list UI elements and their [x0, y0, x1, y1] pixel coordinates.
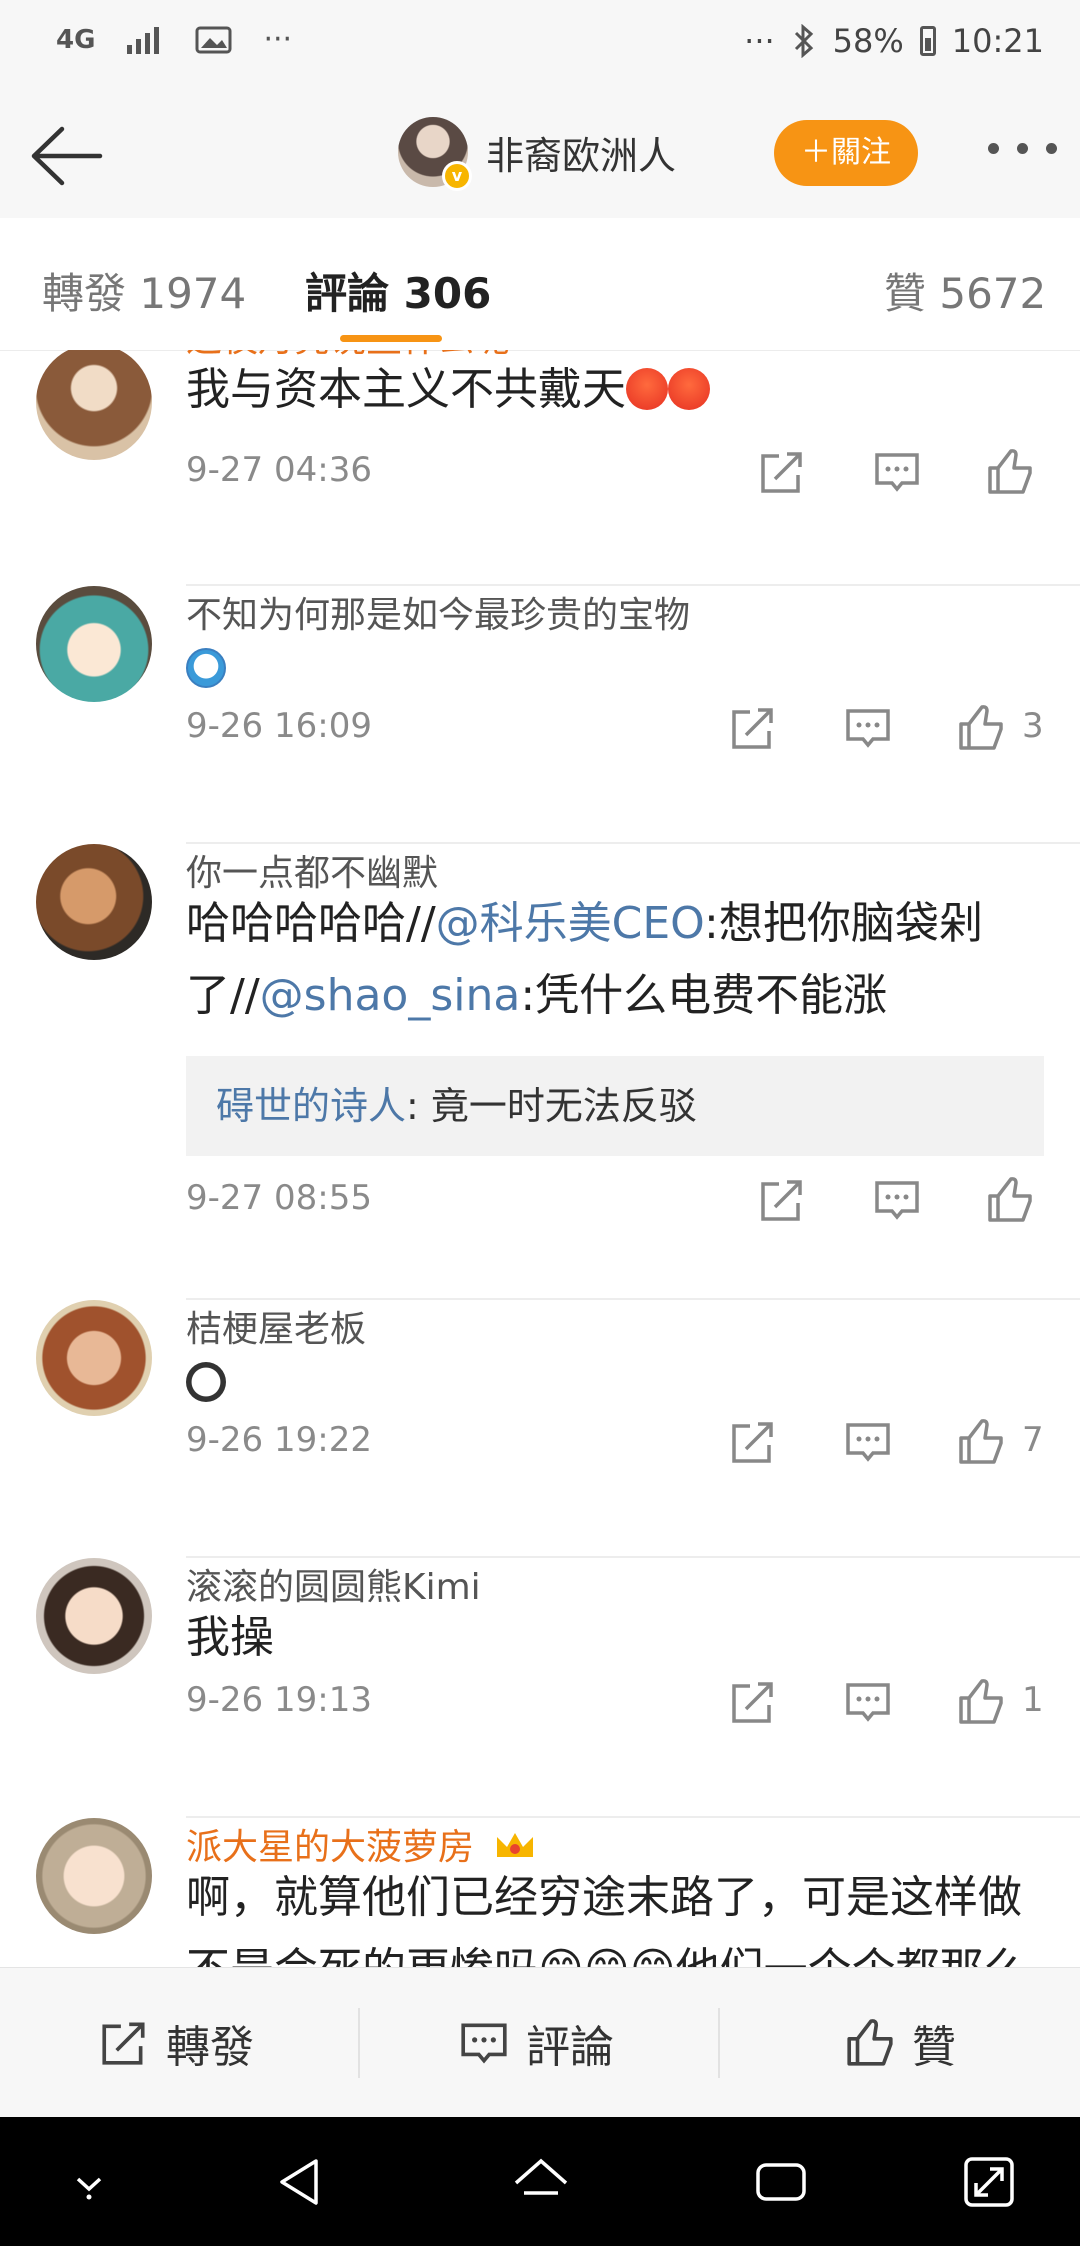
comment-text: 啊，就算他们已经穷途末路了，可是这样做不是会死的更惨吗😊😊😊他们一个个都那么 — [186, 1872, 1028, 1967]
nav-recents-icon[interactable] — [748, 2149, 814, 2215]
comment-time: 9-26 16:09 — [186, 706, 372, 746]
comment-icon[interactable] — [872, 447, 922, 497]
repost-icon[interactable] — [757, 447, 807, 497]
comment-icon — [461, 2023, 507, 2064]
comment-icon[interactable] — [843, 703, 893, 753]
angry-emoji-icon — [668, 368, 710, 410]
like-count: 3 — [1022, 706, 1044, 746]
bluetooth-icon — [794, 24, 813, 58]
nav-dismiss-icon[interactable] — [56, 2149, 122, 2215]
comment-time: 9-26 19:22 — [186, 1420, 372, 1460]
separator — [718, 2008, 720, 2078]
comment-time: 9-26 19:13 — [186, 1680, 372, 1720]
comment-text: 哈哈哈哈哈//@科乐美CEO:想把你脑袋剁 了//@shao_sina:凭什么电… — [186, 898, 983, 1021]
comment-text — [186, 1362, 226, 1402]
comment-icon[interactable] — [872, 1175, 922, 1225]
follow-button[interactable]: ＋關注 — [774, 120, 918, 186]
commenter-avatar[interactable] — [36, 1558, 152, 1674]
commenter-name[interactable]: 不知为何那是如今最珍贵的宝物 — [186, 586, 690, 638]
more-options-icon[interactable] — [988, 143, 1058, 159]
status-left: 4G ··· — [56, 22, 292, 57]
battery-percent: 58% — [832, 22, 904, 60]
signal-icon — [127, 26, 160, 54]
angry-emoji-icon — [626, 368, 668, 410]
clock: 10:21 — [951, 22, 1044, 60]
nav-back-icon[interactable] — [268, 2149, 334, 2215]
separator — [358, 2008, 360, 2078]
comment-item: 你一点都不幽默 哈哈哈哈哈//@科乐美CEO:想把你脑袋剁 了//@shao_s… — [0, 844, 1080, 1300]
status-right: ··· 58% 10:21 — [744, 22, 1044, 60]
repost-label: 轉發 — [166, 2022, 254, 2073]
nav-expand-icon[interactable] — [956, 2149, 1022, 2215]
back-arrow-icon[interactable] — [28, 123, 104, 189]
reply-preview[interactable]: 碍世的诗人: 竟一时无法反驳 — [186, 1056, 1044, 1156]
comment-item: 这夜月亮说些什么呢 我与资本主义不共戴天 9-27 04:36 — [0, 350, 1080, 586]
commenter-avatar[interactable] — [36, 350, 152, 460]
repost-button[interactable]: 轉發 — [98, 1968, 254, 2118]
comment-item: 不知为何那是如今最珍贵的宝物 9-26 16:09 3 — [0, 586, 1080, 844]
comment-text — [186, 648, 226, 688]
like-icon — [847, 2019, 893, 2066]
repost-icon[interactable] — [757, 1175, 807, 1225]
nav-home-icon[interactable] — [508, 2149, 574, 2215]
tab-repost[interactable]: 轉發 1974 — [42, 260, 246, 321]
repost-icon — [102, 2022, 145, 2065]
verified-badge-icon: v — [442, 161, 472, 191]
comment-icon[interactable] — [843, 1677, 893, 1727]
mention-link[interactable]: @科乐美CEO — [436, 898, 704, 949]
author-name[interactable]: 非裔欧洲人 — [486, 125, 676, 180]
author-header[interactable]: v 非裔欧洲人 — [398, 117, 676, 191]
active-tab-indicator — [340, 335, 442, 342]
comment-item: 滚滚的圆圆熊Kimi 我操 9-26 19:13 1 — [0, 1558, 1080, 1818]
comment-icon[interactable] — [843, 1417, 893, 1467]
tab-likes[interactable]: 贊 5672 — [884, 260, 1046, 321]
repost-icon[interactable] — [728, 1417, 778, 1467]
like-icon[interactable] — [985, 447, 1035, 497]
system-nav-bar — [0, 2117, 1080, 2246]
commenter-avatar[interactable] — [36, 586, 152, 702]
comment-button[interactable]: 評論 — [458, 1968, 614, 2118]
reply-text: : 竟一时无法反驳 — [406, 1084, 697, 1128]
mention-link[interactable]: @shao_sina — [260, 970, 521, 1021]
like-button[interactable]: 贊 — [844, 1968, 956, 2118]
commenter-avatar[interactable] — [36, 844, 152, 960]
comment-label: 評論 — [526, 2022, 614, 2073]
like-icon[interactable] — [956, 1417, 1006, 1467]
comment-time: 9-27 04:36 — [186, 450, 372, 490]
commenter-avatar[interactable] — [36, 1818, 152, 1934]
like-icon[interactable] — [956, 1677, 1006, 1727]
comment-list[interactable]: 这夜月亮说些什么呢 我与资本主义不共戴天 9-27 04:36 不知为何那是如今… — [0, 350, 1080, 1967]
status-bar: 4G ··· ··· 58% 10:21 — [0, 0, 1080, 95]
bottom-action-bar: 轉發 評論 贊 — [0, 1967, 1080, 2118]
tab-bar: 轉發 1974 評論 306 贊 5672 — [0, 218, 1080, 351]
network-indicator: 4G — [56, 24, 96, 55]
tab-comments[interactable]: 評論 306 — [305, 260, 491, 321]
commenter-avatar[interactable] — [36, 1300, 152, 1416]
comment-text: 我与资本主义不共戴天 — [186, 354, 1046, 426]
like-count: 1 — [1022, 1680, 1044, 1720]
top-nav-bar: v 非裔欧洲人 ＋關注 — [0, 95, 1080, 219]
repost-icon[interactable] — [728, 703, 778, 753]
gallery-icon — [195, 26, 232, 53]
reply-user[interactable]: 碍世的诗人 — [216, 1084, 406, 1128]
comment-text: 我操 — [186, 1612, 274, 1663]
like-count: 7 — [1022, 1420, 1044, 1460]
comment-item: 桔梗屋老板 9-26 19:22 7 — [0, 1300, 1080, 1558]
battery-icon — [919, 26, 936, 56]
vip-crown-icon — [497, 1833, 534, 1857]
like-label: 贊 — [912, 2022, 956, 2073]
comment-time: 9-27 08:55 — [186, 1178, 372, 1218]
status-more: ··· — [263, 22, 293, 57]
status-more-right: ··· — [744, 22, 775, 60]
repost-icon[interactable] — [728, 1677, 778, 1727]
like-icon[interactable] — [985, 1175, 1035, 1225]
commenter-name[interactable]: 桔梗屋老板 — [186, 1300, 366, 1352]
author-avatar[interactable]: v — [398, 117, 472, 191]
panda-emoji-icon — [186, 1362, 226, 1402]
like-icon[interactable] — [956, 703, 1006, 753]
comment-item: 派大星的大菠萝房 啊，就算他们已经穷途末路了，可是这样做不是会死的更惨吗😊😊😊他… — [0, 1818, 1080, 1967]
doraemon-emoji-icon — [186, 648, 226, 688]
